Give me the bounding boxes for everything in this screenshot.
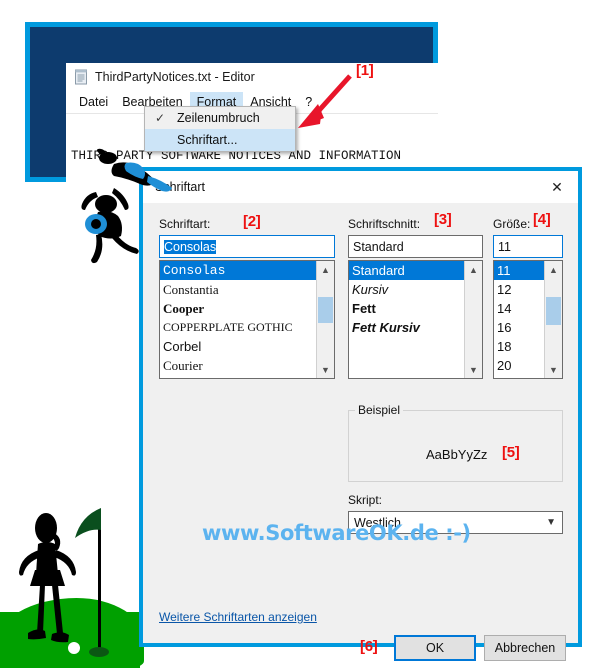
annotation-marker-3: [3] bbox=[434, 211, 452, 228]
font-family-label: Schriftart: bbox=[159, 217, 211, 231]
font-style-list-items[interactable]: Standard Kursiv Fett Fett Kursiv bbox=[349, 261, 464, 378]
list-item[interactable]: Corbel bbox=[160, 337, 316, 356]
font-dialog: Schriftart ✕ Schriftart: Consolas Consol… bbox=[139, 167, 582, 661]
font-style-value: Standard bbox=[353, 239, 404, 254]
script-label: Skript: bbox=[348, 493, 383, 507]
cancel-button[interactable]: Abbrechen bbox=[484, 635, 566, 661]
annotation-marker-5: [5] bbox=[502, 444, 520, 461]
annotation-marker-4: [4] bbox=[533, 211, 551, 228]
list-item[interactable]: 16 bbox=[494, 318, 544, 337]
list-item[interactable]: Constantia bbox=[160, 280, 316, 299]
list-item[interactable]: COPPERPLATE GOTHIC bbox=[160, 318, 316, 337]
font-size-value: 11 bbox=[498, 239, 511, 254]
font-family-input[interactable]: Consolas bbox=[159, 235, 335, 258]
font-style-label: Schriftschnitt: bbox=[348, 217, 421, 231]
scroll-down-icon[interactable]: ▼ bbox=[317, 361, 334, 378]
font-family-list-items[interactable]: Consolas Constantia Cooper COPPERPLATE G… bbox=[160, 261, 316, 378]
scrollbar-thumb[interactable] bbox=[546, 297, 561, 325]
scuba-diver-icon bbox=[81, 188, 139, 264]
list-item[interactable]: Fett bbox=[349, 299, 464, 318]
list-item[interactable]: 14 bbox=[494, 299, 544, 318]
list-item[interactable]: 22 bbox=[494, 375, 544, 378]
list-item[interactable]: Fett Kursiv bbox=[349, 318, 464, 337]
watermark: www.SoftwareOK.de :-) bbox=[202, 521, 471, 545]
list-item[interactable]: Consolas bbox=[160, 261, 316, 280]
font-family-scrollbar[interactable]: ▲ ▼ bbox=[316, 261, 334, 378]
sample-groupbox bbox=[348, 410, 563, 482]
menu-item-label: Schriftart... bbox=[177, 133, 238, 147]
list-item[interactable]: 18 bbox=[494, 337, 544, 356]
font-size-input[interactable]: 11 bbox=[493, 235, 563, 258]
notepad-title: ThirdPartyNotices.txt - Editor bbox=[95, 70, 255, 84]
cancel-button-label: Abbrechen bbox=[494, 641, 556, 655]
golfer-icon bbox=[19, 508, 109, 657]
font-family-listbox[interactable]: Consolas Constantia Cooper COPPERPLATE G… bbox=[159, 260, 335, 379]
more-fonts-link[interactable]: Weitere Schriftarten anzeigen bbox=[159, 610, 317, 624]
font-size-scrollbar[interactable]: ▲ ▼ bbox=[544, 261, 562, 378]
dialog-titlebar: Schriftart ✕ bbox=[143, 171, 578, 203]
scroll-up-icon[interactable]: ▲ bbox=[545, 261, 562, 278]
format-dropdown-menu[interactable]: ✓ Zeilenumbruch Schriftart... bbox=[144, 106, 296, 152]
font-size-listbox[interactable]: 11 12 14 16 18 20 22 ▲ ▼ bbox=[493, 260, 563, 379]
annotation-marker-2: [2] bbox=[243, 213, 261, 230]
list-item[interactable]: Cooper bbox=[160, 299, 316, 318]
scroll-down-icon[interactable]: ▼ bbox=[465, 361, 482, 378]
sample-text: AaBbYyZz bbox=[426, 447, 488, 462]
ok-button-label: OK bbox=[425, 641, 445, 655]
scroll-up-icon[interactable]: ▲ bbox=[317, 261, 334, 278]
list-item[interactable]: Standard bbox=[349, 261, 464, 280]
list-item[interactable]: 20 bbox=[494, 356, 544, 375]
font-size-list-items[interactable]: 11 12 14 16 18 20 22 bbox=[494, 261, 544, 378]
red-arrow-icon bbox=[298, 74, 352, 128]
check-icon: ✓ bbox=[154, 111, 166, 125]
notepad-screenshot-frame: ThirdPartyNotices.txt - Editor Datei Bea… bbox=[25, 22, 438, 182]
list-item[interactable]: Courier bbox=[160, 356, 316, 375]
list-item[interactable]: 12 bbox=[494, 280, 544, 299]
font-style-listbox[interactable]: Standard Kursiv Fett Fett Kursiv ▲ ▼ bbox=[348, 260, 483, 379]
notepad-icon bbox=[75, 69, 87, 85]
scrollbar-thumb[interactable] bbox=[318, 297, 333, 323]
menu-item-label: Zeilenumbruch bbox=[177, 111, 260, 125]
screenshot-stage: ThirdPartyNotices.txt - Editor Datei Bea… bbox=[0, 0, 597, 668]
dialog-body: Schriftart: Consolas Consolas Constantia… bbox=[143, 203, 578, 661]
menu-item-zeilenumbruch[interactable]: ✓ Zeilenumbruch bbox=[145, 107, 295, 129]
notepad-titlebar: ThirdPartyNotices.txt - Editor bbox=[66, 63, 438, 91]
ok-button[interactable]: OK bbox=[394, 635, 476, 661]
scroll-down-icon[interactable]: ▼ bbox=[545, 361, 562, 378]
list-item[interactable]: Kursiv bbox=[349, 280, 464, 299]
close-icon[interactable]: ✕ bbox=[536, 172, 578, 202]
menu-datei[interactable]: Datei bbox=[72, 92, 115, 112]
annotation-marker-6: [6] bbox=[360, 638, 378, 655]
font-style-scrollbar[interactable]: ▲ ▼ bbox=[464, 261, 482, 378]
font-size-label: Größe: bbox=[493, 217, 531, 231]
font-family-value: Consolas bbox=[164, 239, 217, 254]
annotation-marker-1: [1] bbox=[356, 62, 374, 79]
list-item[interactable]: 11 bbox=[494, 261, 544, 280]
font-style-input[interactable]: Standard bbox=[348, 235, 483, 258]
sample-legend: Beispiel bbox=[355, 403, 404, 417]
chevron-down-icon[interactable]: ▼ bbox=[546, 517, 556, 528]
scroll-up-icon[interactable]: ▲ bbox=[465, 261, 482, 278]
